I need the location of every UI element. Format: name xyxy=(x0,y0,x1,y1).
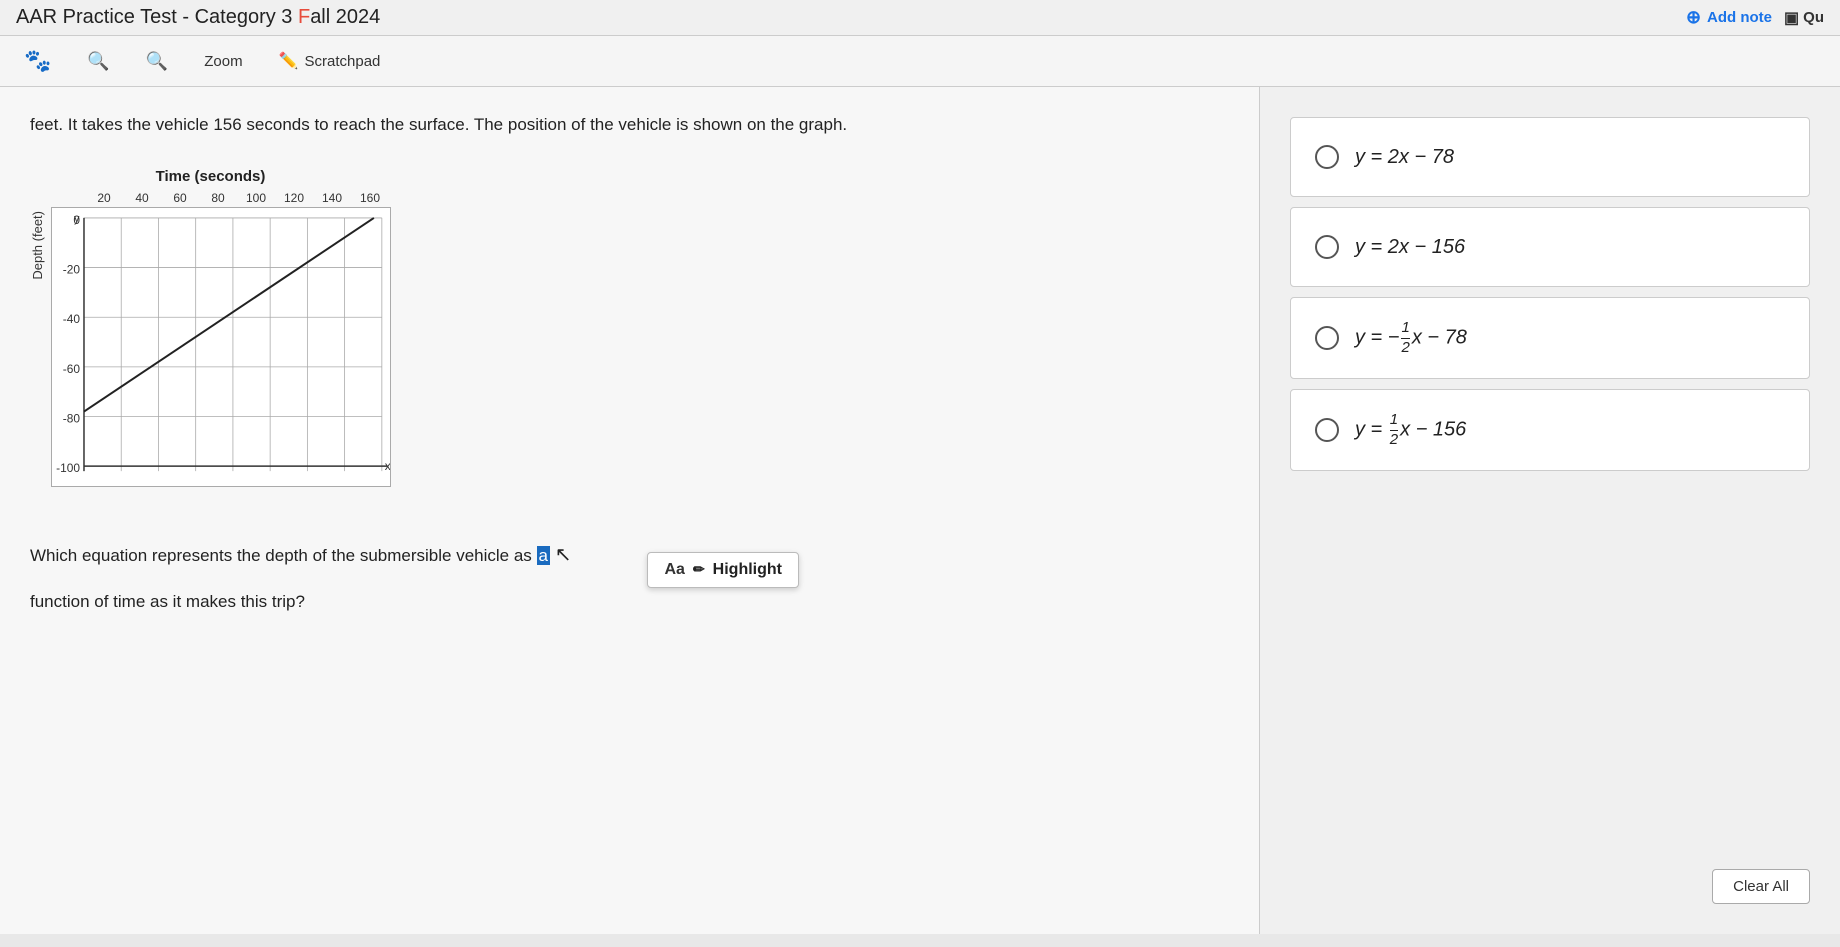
main-content: feet. It takes the vehicle 156 seconds t… xyxy=(0,87,1840,934)
x-label-40: 40 xyxy=(123,191,161,205)
zoom-in-button[interactable]: 🔍 xyxy=(138,47,176,76)
top-bar-left: AAR Practice Test - Category 3 Fall 2024 xyxy=(16,6,410,29)
clear-all-button[interactable]: Clear All xyxy=(1712,869,1810,904)
scratchpad-button[interactable]: ✏️ Scratchpad xyxy=(271,47,389,75)
qu-button[interactable]: ▣ Qu xyxy=(1784,8,1824,28)
scratchpad-icon: ✏️ xyxy=(279,51,299,71)
zoom-button[interactable]: Zoom xyxy=(196,49,250,74)
answer-option-b[interactable]: y = 2x − 156 xyxy=(1290,207,1810,287)
zoom-label: Zoom xyxy=(204,53,242,70)
radio-c xyxy=(1315,326,1339,350)
y-axis-label: Depth (feet) xyxy=(30,211,45,280)
graph-inner: 20 40 60 80 100 120 140 160 0 -20 xyxy=(51,191,391,492)
x-label-160: 160 xyxy=(351,191,389,205)
svg-text:x: x xyxy=(385,459,391,473)
x-axis-labels: 20 40 60 80 100 120 140 160 xyxy=(85,191,391,205)
graph-container: Time (seconds) Depth (feet) 20 40 60 80 … xyxy=(30,168,391,492)
bottom-question-2: function of time as it makes this trip? xyxy=(30,588,571,617)
highlight-aa-icon: Aa xyxy=(664,561,684,579)
bottom-question: Which equation represents the depth of t… xyxy=(30,538,571,572)
top-bar: AAR Practice Test - Category 3 Fall 2024… xyxy=(0,0,1840,36)
x-label-80: 80 xyxy=(199,191,237,205)
graph-wrapper: Depth (feet) 20 40 60 80 100 120 140 160 xyxy=(30,191,391,492)
graph-svg-area: 0 -20 -40 -60 -80 -100 xyxy=(51,207,391,492)
plus-icon: ⊕ xyxy=(1686,7,1701,28)
cursor-icon: ↖ xyxy=(555,544,572,566)
question-intro: feet. It takes the vehicle 156 seconds t… xyxy=(30,111,1229,138)
svg-text:-60: -60 xyxy=(63,362,81,376)
toolbar: 🐾 🔍 🔍 Zoom ✏️ Scratchpad xyxy=(0,36,1840,87)
avatar-icon: 🐾 xyxy=(24,48,51,74)
svg-text:-100: -100 xyxy=(56,461,80,475)
bottom-row: Which equation represents the depth of t… xyxy=(30,522,1229,617)
formula-b: y = 2x − 156 xyxy=(1355,236,1465,259)
svg-text:-40: -40 xyxy=(63,312,81,326)
formula-c: y = −12x − 78 xyxy=(1355,320,1467,356)
graph-svg: 0 -20 -40 -60 -80 -100 xyxy=(51,207,391,487)
x-label-60: 60 xyxy=(161,191,199,205)
x-label-20: 20 xyxy=(85,191,123,205)
highlight-label: Highlight xyxy=(713,561,782,579)
bottom-question-text: Which equation represents the depth of t… xyxy=(30,522,571,617)
x-label-140: 140 xyxy=(313,191,351,205)
highlight-tooltip[interactable]: Aa ✏ Highlight xyxy=(647,552,799,588)
qu-label: Qu xyxy=(1803,9,1824,26)
zoom-in-icon: 🔍 xyxy=(146,51,168,72)
radio-a xyxy=(1315,145,1339,169)
box-icon: ▣ xyxy=(1784,8,1799,28)
svg-text:-20: -20 xyxy=(63,263,81,277)
highlight-pencil-icon: ✏ xyxy=(693,561,705,578)
highlighted-word: a xyxy=(537,546,550,565)
formula-a: y = 2x − 78 xyxy=(1355,146,1454,169)
answer-option-a[interactable]: y = 2x − 78 xyxy=(1290,117,1810,197)
right-panel: y = 2x − 78 y = 2x − 156 y = −12x − 78 y… xyxy=(1260,87,1840,934)
svg-text:y: y xyxy=(74,213,80,225)
svg-text:-80: -80 xyxy=(63,412,81,426)
left-panel: feet. It takes the vehicle 156 seconds t… xyxy=(0,87,1260,934)
page-title: AAR Practice Test - Category 3 Fall 2024 xyxy=(16,6,380,29)
zoom-out-icon: 🔍 xyxy=(87,51,109,72)
radio-d xyxy=(1315,418,1339,442)
answer-option-c[interactable]: y = −12x − 78 xyxy=(1290,297,1810,379)
back-button[interactable]: 🐾 xyxy=(16,44,59,78)
radio-b xyxy=(1315,235,1339,259)
scratchpad-label: Scratchpad xyxy=(305,53,381,70)
formula-d: y = 12x − 156 xyxy=(1355,412,1466,448)
x-label-100: 100 xyxy=(237,191,275,205)
zoom-out-button[interactable]: 🔍 xyxy=(79,47,117,76)
answer-option-d[interactable]: y = 12x − 156 xyxy=(1290,389,1810,471)
x-label-120: 120 xyxy=(275,191,313,205)
add-note-button[interactable]: ⊕ Add note xyxy=(1686,7,1772,28)
top-right-actions: ⊕ Add note ▣ Qu xyxy=(1686,7,1824,28)
add-note-label: Add note xyxy=(1707,9,1772,26)
graph-title: Time (seconds) xyxy=(30,168,391,185)
